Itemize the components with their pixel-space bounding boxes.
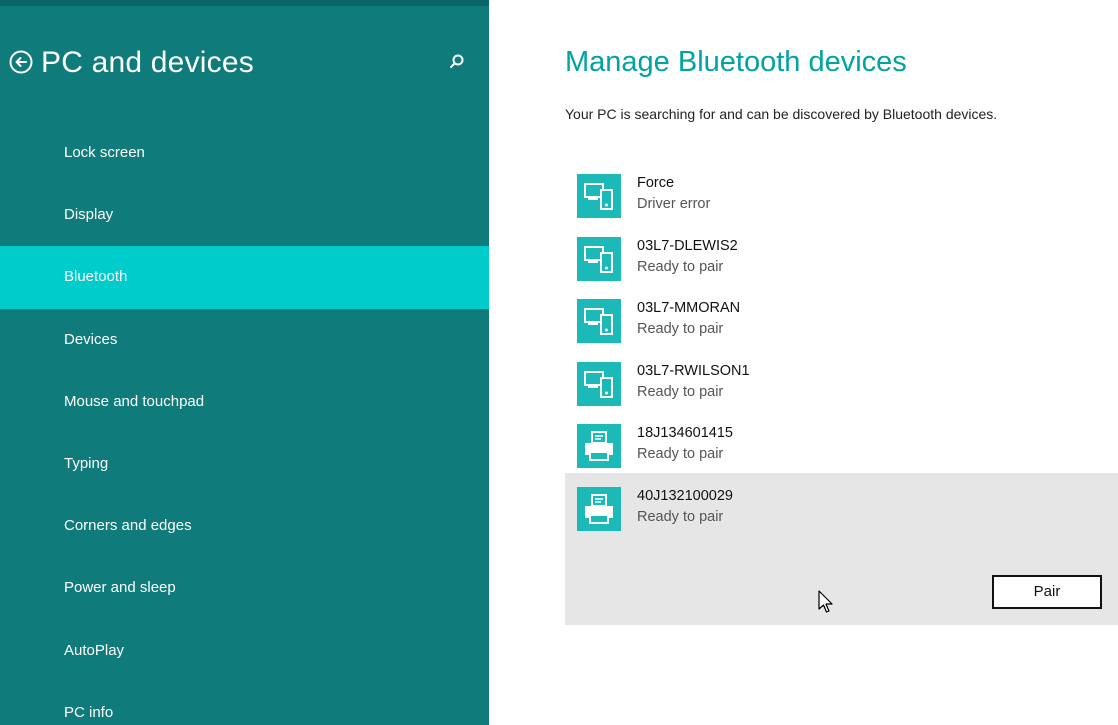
device-status: Ready to pair bbox=[637, 258, 724, 275]
device-item[interactable]: 18J134601415 Ready to pair bbox=[565, 410, 1118, 473]
device-name: 03L7-MMORAN bbox=[637, 300, 741, 316]
sidebar-item-label: PC info bbox=[64, 703, 114, 721]
pair-button[interactable]: Pair bbox=[992, 574, 1102, 609]
device-status: Ready to pair bbox=[637, 383, 724, 400]
sidebar-nav: Lock screen Display Bluetooth Devices Mo… bbox=[0, 122, 489, 725]
device-name: 18J134601415 bbox=[637, 425, 733, 441]
sidebar-item-bluetooth[interactable]: Bluetooth bbox=[0, 246, 489, 309]
sidebar-item-label: AutoPlay bbox=[64, 641, 125, 659]
sidebar-item-pc-info[interactable]: PC info bbox=[0, 682, 489, 725]
sidebar-item-mouse-and-touchpad[interactable]: Mouse and touchpad bbox=[0, 371, 489, 433]
device-item[interactable]: Force Driver error bbox=[565, 160, 1118, 223]
device-item-selected[interactable]: 40J132100029 Ready to pair Pair bbox=[565, 472, 1118, 625]
sidebar-item-display[interactable]: Display bbox=[0, 184, 489, 246]
computer-device-icon bbox=[577, 174, 621, 218]
device-item[interactable]: 03L7-DLEWIS2 Ready to pair bbox=[565, 223, 1118, 286]
device-status: Ready to pair bbox=[637, 508, 724, 525]
sidebar-item-label: Typing bbox=[64, 454, 109, 472]
computer-device-icon bbox=[577, 299, 621, 343]
device-list: Force Driver error 03L7-DLEWIS2 Ready to… bbox=[565, 160, 1118, 625]
section-title: Manage Bluetooth devices bbox=[565, 46, 907, 78]
sidebar-item-typing[interactable]: Typing bbox=[0, 433, 489, 495]
device-item[interactable]: 03L7-MMORAN Ready to pair bbox=[565, 285, 1118, 348]
top-strip bbox=[0, 0, 489, 6]
sidebar-item-power-and-sleep[interactable]: Power and sleep bbox=[0, 557, 489, 619]
sidebar-item-label: Mouse and touchpad bbox=[64, 392, 205, 410]
back-arrow-circle-icon[interactable] bbox=[9, 50, 33, 74]
sidebar-item-lock-screen[interactable]: Lock screen bbox=[0, 122, 489, 184]
sidebar-item-label: Lock screen bbox=[64, 144, 145, 161]
device-item[interactable]: 03L7-RWILSON1 Ready to pair bbox=[565, 348, 1118, 411]
sidebar-item-label: Bluetooth bbox=[64, 268, 128, 286]
computer-device-icon bbox=[577, 236, 621, 281]
search-icon[interactable] bbox=[445, 50, 469, 74]
discovery-status-text: Your PC is searching for and can be disc… bbox=[565, 106, 998, 122]
sidebar-item-label: Corners and edges bbox=[64, 517, 192, 535]
device-name: 03L7-RWILSON1 bbox=[637, 362, 750, 379]
computer-device-icon bbox=[577, 361, 621, 406]
sidebar-header: PC and devices bbox=[9, 38, 479, 88]
sidebar-item-autoplay[interactable]: AutoPlay bbox=[0, 620, 489, 682]
device-name: 03L7-DLEWIS2 bbox=[637, 237, 738, 254]
printer-icon bbox=[577, 486, 621, 531]
device-status: Ready to pair bbox=[637, 321, 724, 337]
device-status: Ready to pair bbox=[637, 446, 724, 462]
mouse-pointer-icon bbox=[817, 590, 837, 614]
main-panel: Manage Bluetooth devices Your PC is sear… bbox=[565, 0, 1118, 725]
page-title: PC and devices bbox=[41, 46, 254, 79]
device-status: Driver error bbox=[637, 196, 711, 212]
sidebar: PC and devices Lock screen Display Bluet… bbox=[0, 0, 489, 725]
sidebar-item-devices[interactable]: Devices bbox=[0, 309, 489, 371]
sidebar-item-corners-and-edges[interactable]: Corners and edges bbox=[0, 495, 489, 557]
printer-icon bbox=[577, 424, 621, 468]
sidebar-item-label: Power and sleep bbox=[64, 579, 176, 597]
device-name: Force bbox=[637, 175, 675, 191]
device-name: 40J132100029 bbox=[637, 487, 733, 504]
sidebar-item-label: Devices bbox=[64, 330, 118, 348]
sidebar-item-label: Display bbox=[64, 206, 114, 224]
